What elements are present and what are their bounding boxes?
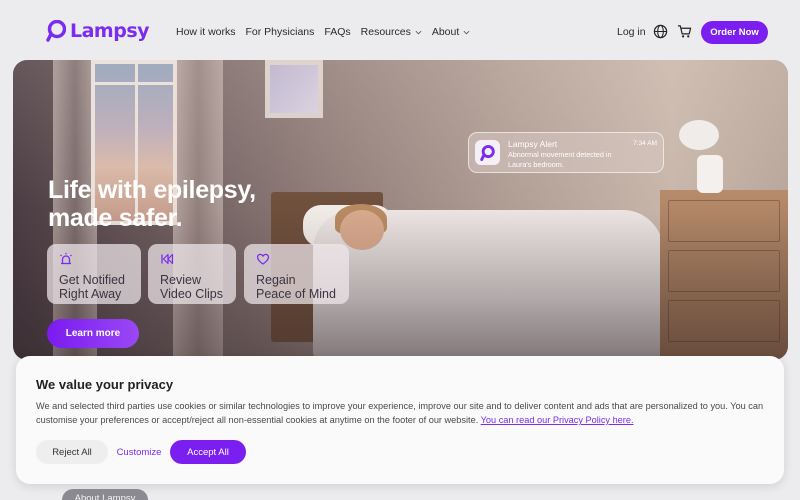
- hero-headline: Life with epilepsy, made safer.: [48, 176, 256, 232]
- cookie-consent-banner: We value your privacy We and selected th…: [16, 356, 784, 484]
- heart-icon: [256, 253, 270, 265]
- learn-more-button[interactable]: Learn more: [47, 319, 139, 348]
- alert-message: Abnormal movement detected in Laura's be…: [508, 150, 612, 169]
- top-nav: Lampsy How it works For Physicians FAQs …: [0, 0, 800, 62]
- brand-name: Lampsy: [70, 20, 150, 42]
- cookie-title: We value your privacy: [36, 377, 174, 392]
- feature-text: Regain Peace of Mind: [256, 273, 336, 301]
- nav-for-physicians[interactable]: For Physicians: [246, 26, 315, 38]
- nav-label: How it works: [176, 26, 236, 38]
- globe-icon[interactable]: [653, 24, 668, 39]
- feature-card-review[interactable]: Review Video Clips: [148, 244, 236, 304]
- reject-all-button[interactable]: Reject All: [36, 440, 108, 464]
- headline-line: made safer.: [48, 204, 183, 232]
- accept-all-button[interactable]: Accept All: [170, 440, 246, 464]
- hero-banner: Lampsy Alert 7:34 AM Abnormal movement d…: [13, 60, 788, 360]
- nav-label: Resources: [360, 26, 411, 38]
- nav-label: FAQs: [324, 26, 351, 38]
- headline-line: Life with epilepsy,: [48, 176, 256, 204]
- chevron-down-icon: [463, 30, 470, 34]
- feature-text: Get Notified Right Away: [59, 273, 126, 301]
- privacy-policy-link[interactable]: You can read our Privacy Policy here.: [481, 415, 634, 425]
- cookie-text: We and selected third parties use cookie…: [36, 401, 764, 425]
- order-now-button[interactable]: Order Now: [701, 21, 768, 44]
- main-menu: How it works For Physicians FAQs Resourc…: [176, 26, 480, 38]
- chevron-down-icon: [415, 30, 422, 34]
- nav-how-it-works[interactable]: How it works: [176, 26, 236, 38]
- siren-icon: [60, 252, 72, 265]
- nav-about[interactable]: About: [432, 26, 470, 38]
- nav-resources[interactable]: Resources: [361, 26, 422, 38]
- logo[interactable]: Lampsy: [46, 20, 150, 42]
- nav-label: About: [431, 26, 460, 38]
- feature-card-peace[interactable]: Regain Peace of Mind: [244, 244, 349, 304]
- customize-button[interactable]: Customize: [114, 440, 164, 464]
- lampsy-alert-notification: Lampsy Alert 7:34 AM Abnormal movement d…: [468, 132, 664, 173]
- login-link[interactable]: Log in: [617, 26, 646, 38]
- alert-time: 7:34 AM: [633, 140, 657, 147]
- alert-title: Lampsy Alert: [508, 139, 558, 149]
- feature-text: Review Video Clips: [160, 273, 224, 301]
- about-lampsy-pill[interactable]: About Lampsy: [62, 489, 148, 500]
- nav-faqs[interactable]: FAQs: [324, 26, 350, 38]
- lampsy-logo-icon: [46, 20, 66, 42]
- cookie-description: We and selected third parties use cookie…: [36, 399, 771, 427]
- nav-label: For Physicians: [245, 26, 315, 38]
- cart-icon[interactable]: [677, 24, 692, 39]
- lampsy-logo-icon: [475, 140, 500, 165]
- feature-card-notified[interactable]: Get Notified Right Away: [47, 244, 141, 304]
- rewind-icon: [161, 253, 174, 265]
